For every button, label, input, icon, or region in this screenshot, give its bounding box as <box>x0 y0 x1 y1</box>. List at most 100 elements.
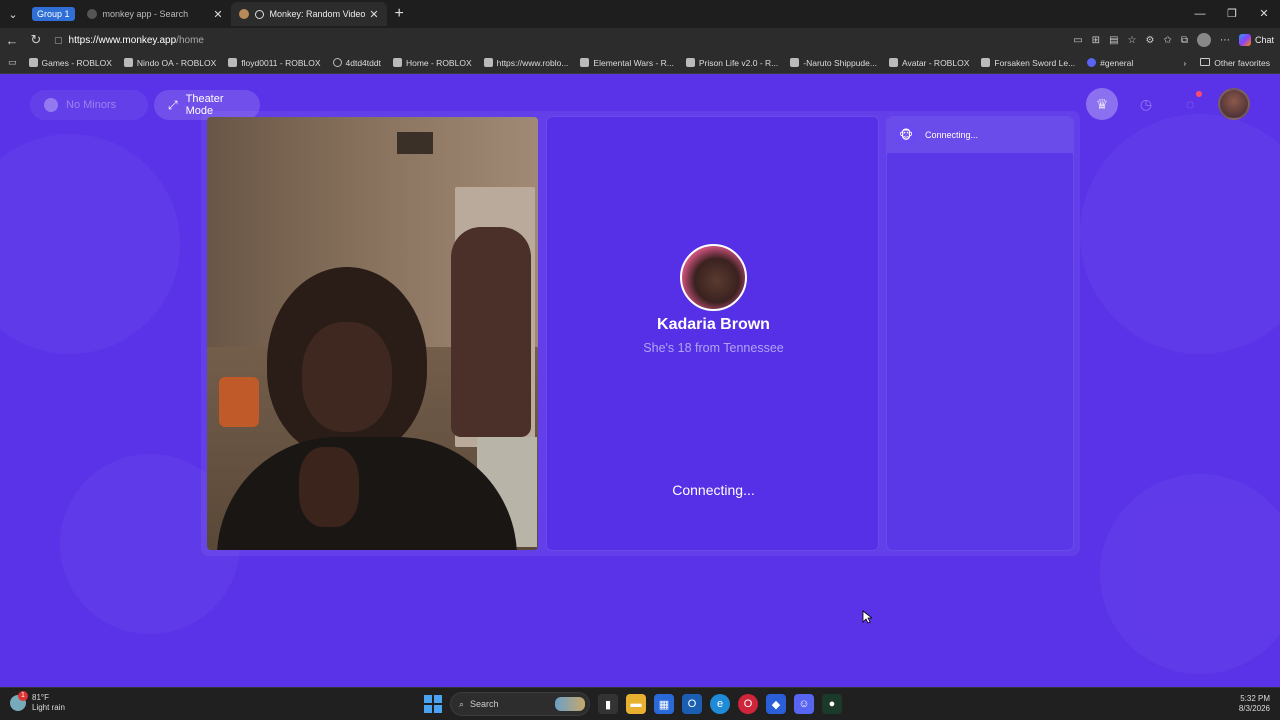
profile-avatar[interactable] <box>1218 88 1250 120</box>
tab-group-label[interactable]: Group 1 <box>32 7 75 21</box>
bookmark-item[interactable]: https://www.roblo... <box>483 57 569 68</box>
profile-avatar[interactable] <box>1196 33 1211 47</box>
other-favorites-label: Other favorites <box>1214 58 1270 68</box>
bookmarks-bar: ▭ Games - ROBLOX Nindo OA - ROBLOX floyd… <box>0 52 1280 74</box>
bookmark-favicon-icon <box>685 58 695 67</box>
other-favorites[interactable]: Other favorites <box>1200 58 1270 68</box>
weather-desc: Light rain <box>32 703 65 712</box>
bookmark-label: Nindo OA - ROBLOX <box>136 57 217 68</box>
tab-actions-chevron-icon[interactable]: ⌄ <box>2 3 24 25</box>
messages-icon[interactable]: ◌ <box>1174 88 1206 120</box>
clock-time: 5:32 PM <box>1240 694 1270 703</box>
tab-title: Monkey: Random Video Chat <box>269 9 366 19</box>
no-minors-label: No Minors <box>66 99 117 111</box>
minimize-icon[interactable]: — <box>1184 0 1216 28</box>
crown-icon[interactable]: ♛ <box>1086 88 1118 120</box>
camera-vent <box>397 132 433 154</box>
bookmark-item[interactable]: #general <box>1087 58 1133 68</box>
edge-icon[interactable]: e <box>710 694 730 714</box>
taskbar-apps: ⌕ Search ▮ ▬ ▦ O e O ◆ ☺ ● <box>424 692 842 716</box>
tab-title: monkey app - Search <box>102 9 189 19</box>
bookmark-item[interactable]: -Naruto Shippude... <box>790 58 877 68</box>
bookmark-favicon-icon <box>580 58 590 67</box>
bookmark-favicon-icon <box>790 58 800 67</box>
search-placeholder: Search <box>470 699 499 709</box>
background-pattern <box>0 134 180 354</box>
outlook-icon[interactable]: O <box>682 694 702 714</box>
app-icon[interactable]: ◆ <box>766 694 786 714</box>
store-icon[interactable]: ▦ <box>654 694 674 714</box>
bookmark-item[interactable]: floyd0011 - ROBLOX <box>228 57 321 68</box>
collections-icon[interactable]: ⧉ <box>1181 35 1188 46</box>
tab-monkey[interactable]: Monkey: Random Video Chat ✕ <box>230 2 387 26</box>
tab-search[interactable]: monkey app - Search ✕ <box>79 2 231 26</box>
bookmark-label: https://www.roblo... <box>496 57 569 68</box>
app-green-icon[interactable]: ● <box>822 694 842 714</box>
favorites-icon[interactable]: ✩ <box>1163 35 1171 46</box>
chat-header: 🐵 Connecting... <box>887 117 1073 153</box>
weather-temp: 81°F <box>32 693 49 702</box>
address-bar-row: ← ↻ ▢ https://www.monkey.app/home ▭ ⊞ ▤ … <box>0 28 1280 52</box>
task-view-icon[interactable]: ▮ <box>598 694 618 714</box>
back-arrow-icon[interactable]: ← <box>0 33 24 48</box>
more-icon[interactable]: ⋯ <box>1220 35 1230 46</box>
file-explorer-icon[interactable]: ▬ <box>626 694 646 714</box>
camera-person-hand <box>299 447 359 527</box>
close-tab-icon[interactable]: ✕ <box>369 8 378 21</box>
windows-taskbar: 1 81°F Light rain ⌕ Search ▮ ▬ ▦ O e O ◆… <box>0 687 1280 720</box>
history-clock-icon[interactable]: ◷ <box>1130 88 1162 120</box>
top-right-icons: ♛ ◷ ◌ <box>1086 88 1250 120</box>
discord-icon[interactable]: ☺ <box>794 694 814 714</box>
chat-status: Connecting... <box>925 130 979 140</box>
extensions-icon[interactable]: ⚙ <box>1145 35 1154 46</box>
search-icon: ⌕ <box>459 698 465 709</box>
bookmark-item[interactable]: Forsaken Sword Le... <box>981 58 1075 68</box>
refresh-icon[interactable]: ↻ <box>24 32 48 48</box>
browser-tab-strip: ⌄ Group 1 monkey app - Search ✕ Monkey: … <box>0 0 1280 28</box>
bookmark-label: floyd0011 - ROBLOX <box>241 57 321 68</box>
restore-icon[interactable]: ❐ <box>1216 0 1248 28</box>
chat-panel: 🐵 Connecting... <box>886 116 1074 551</box>
windows-start-icon[interactable] <box>424 695 442 713</box>
url-field[interactable]: ▢ https://www.monkey.app/home <box>54 30 1034 50</box>
monkey-icon: 🐵 <box>895 124 917 146</box>
bookmark-item[interactable]: Avatar - ROBLOX <box>888 57 970 68</box>
app-available-icon[interactable]: ⊞ <box>1092 35 1100 46</box>
close-tab-icon[interactable]: ✕ <box>213 8 222 21</box>
bookmark-item[interactable]: Games - ROBLOX <box>28 58 112 68</box>
new-tab-plus-icon[interactable]: + <box>395 5 404 23</box>
bookmark-item[interactable]: Elemental Wars - R... <box>580 57 674 68</box>
match-subtitle: She's 18 from Tennessee <box>643 341 784 355</box>
opera-icon[interactable]: O <box>738 694 758 714</box>
bookmark-label: Elemental Wars - R... <box>593 57 674 68</box>
copilot-chat-button[interactable]: Chat <box>1238 34 1274 46</box>
expand-icon: ⤢ <box>168 97 178 112</box>
lock-icon: ▢ <box>54 34 63 45</box>
reader-icon[interactable]: ▤ <box>1109 35 1118 46</box>
url-domain: https://www.monkey.app <box>68 34 177 46</box>
camera-icon[interactable]: ▭ <box>1073 35 1082 46</box>
no-minors-toggle[interactable]: No Minors <box>30 90 148 120</box>
bookmark-label: Prison Life v2.0 - R... <box>698 57 779 68</box>
favorite-star-icon[interactable]: ☆ <box>1128 35 1137 46</box>
bookmark-item[interactable]: Prison Life v2.0 - R... <box>685 57 779 68</box>
bookmarks-sidebar-icon[interactable]: ▭ <box>8 57 17 68</box>
bookmark-item[interactable]: Nindo OA - ROBLOX <box>123 57 217 68</box>
clock-date: 8/3/2026 <box>1238 704 1270 713</box>
bookmark-label: Home - ROBLOX <box>405 57 472 68</box>
chevron-right-icon[interactable]: › <box>1183 58 1186 68</box>
taskbar-clock[interactable]: 5:32 PM 8/3/2026 <box>1239 694 1270 714</box>
search-favicon-icon <box>86 9 97 19</box>
bookmark-label: Avatar - ROBLOX <box>901 57 970 68</box>
window-controls: — ❐ ✕ <box>1184 0 1280 28</box>
close-window-icon[interactable]: ✕ <box>1248 0 1280 28</box>
bookmark-favicon-icon <box>392 58 402 67</box>
bookmarks-right: › Other favorites <box>1183 52 1270 74</box>
background-pattern <box>1080 114 1280 354</box>
taskbar-search[interactable]: ⌕ Search <box>450 692 590 716</box>
globe-icon <box>332 58 342 67</box>
bookmark-item[interactable]: Home - ROBLOX <box>392 57 472 68</box>
bookmark-item[interactable]: 4dtd4tddt <box>332 58 381 68</box>
weather-widget[interactable]: 1 81°F Light rain <box>10 691 65 713</box>
discord-icon <box>1087 58 1097 67</box>
